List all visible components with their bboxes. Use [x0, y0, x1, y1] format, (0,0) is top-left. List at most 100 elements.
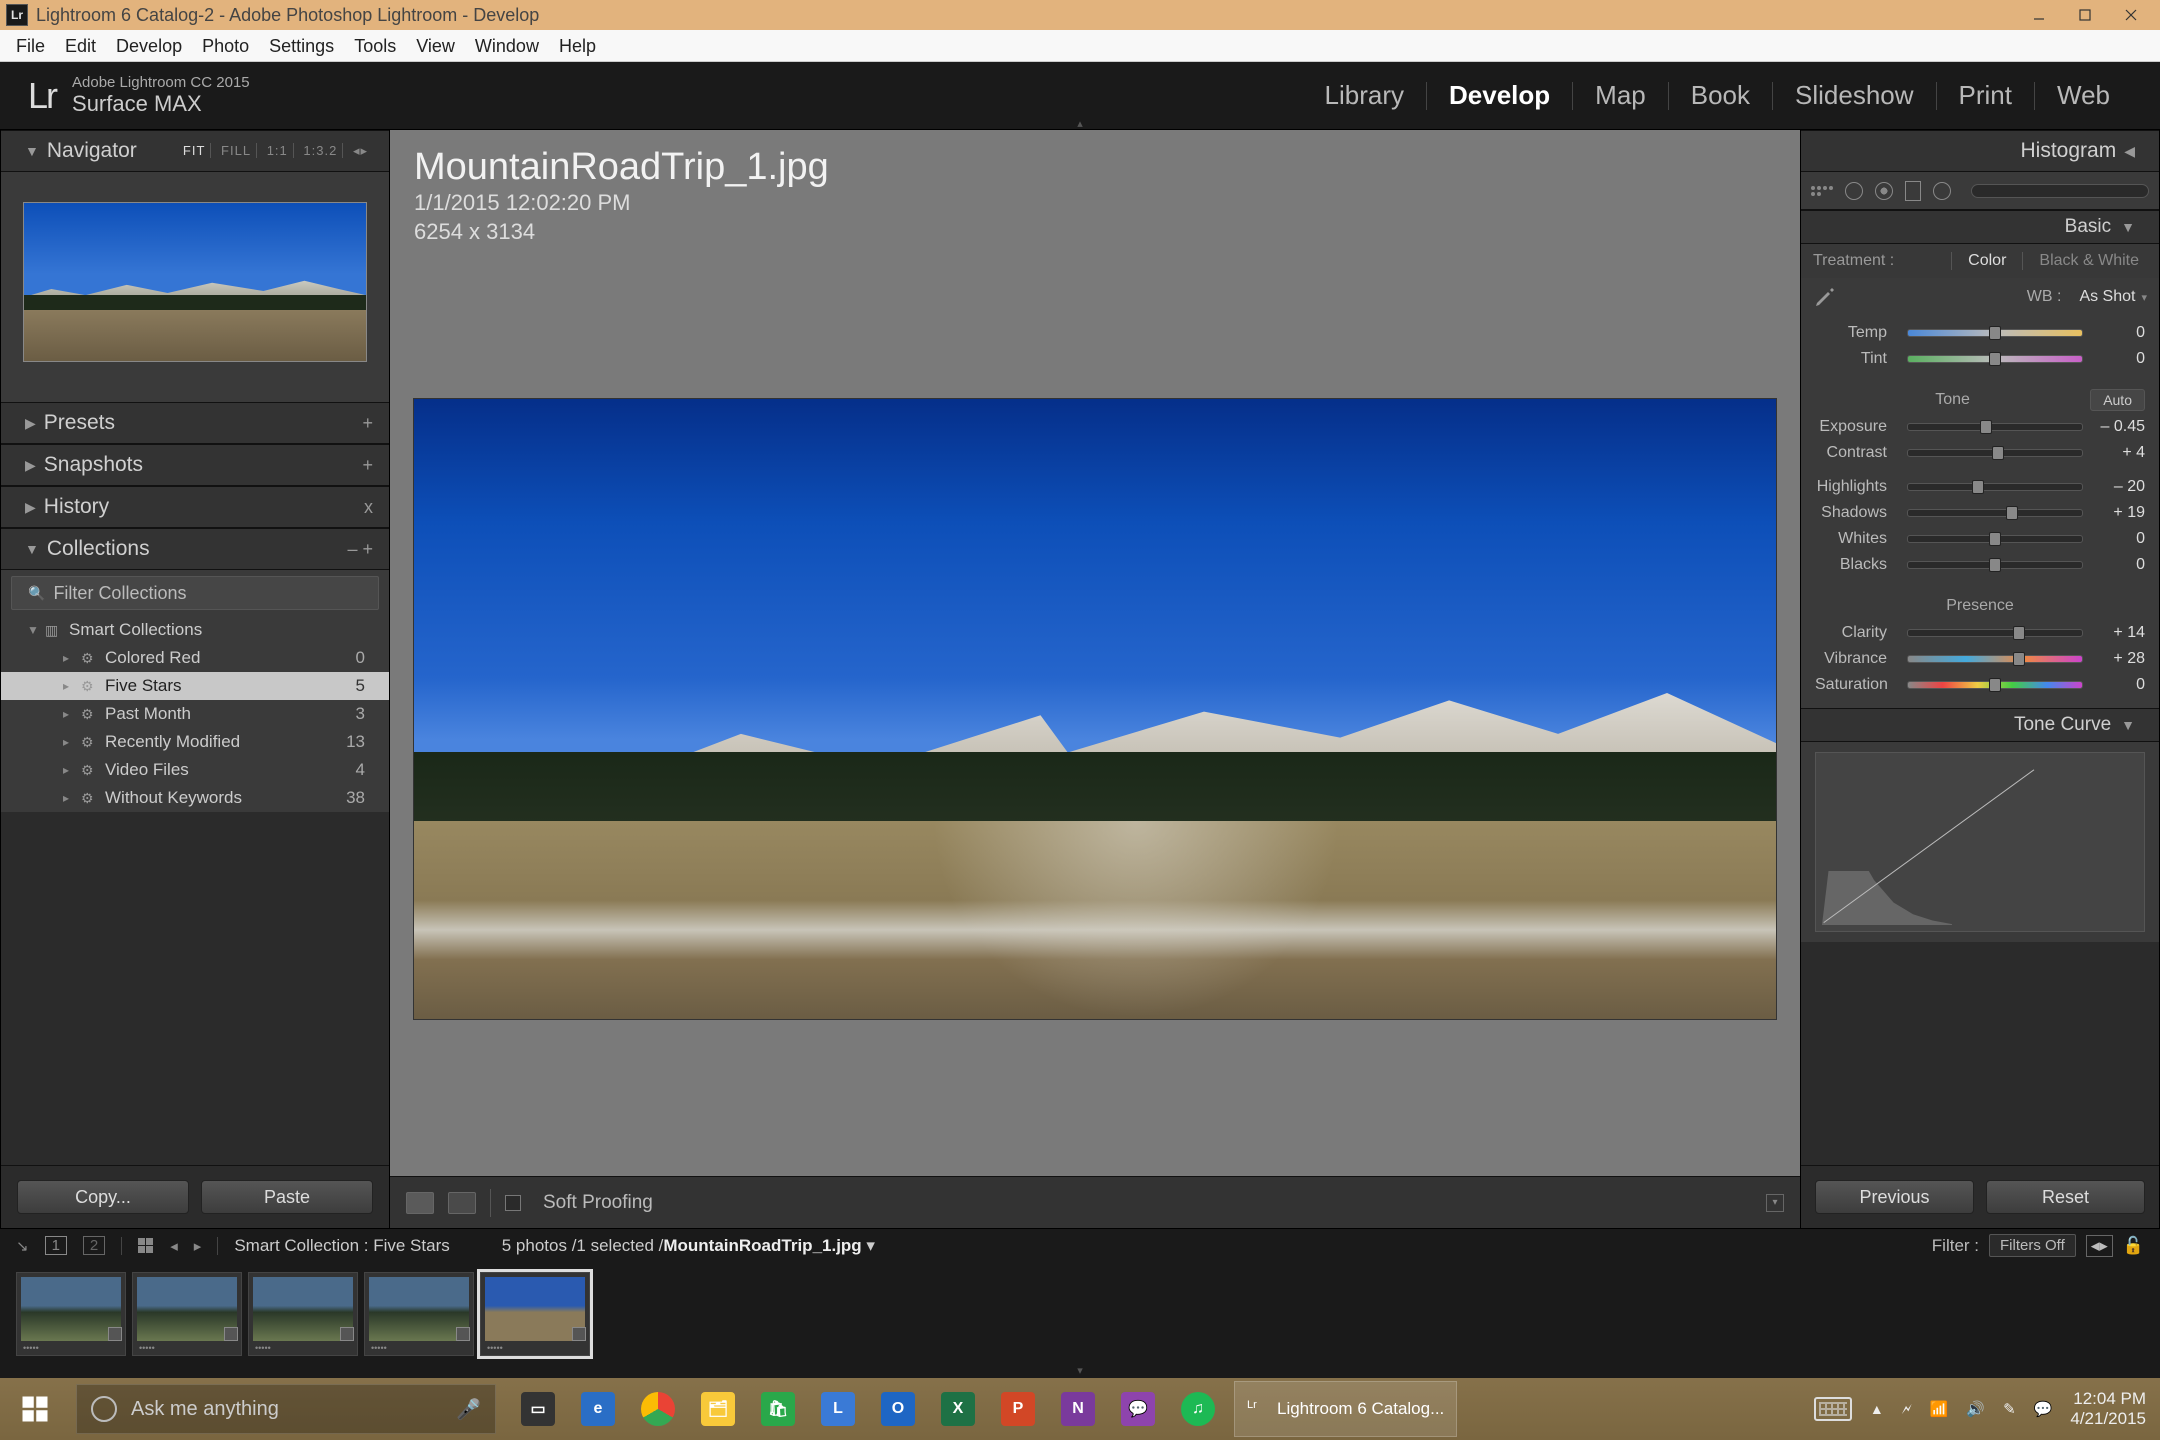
- slider-saturation[interactable]: Saturation 0: [1801, 672, 2159, 698]
- tray-pen-icon[interactable]: ✎: [2003, 1400, 2016, 1418]
- tree-group-smart-collections[interactable]: ▼ ▥ Smart Collections: [1, 616, 389, 644]
- filter-lock-icon[interactable]: 🔓: [2123, 1236, 2144, 1256]
- radial-filter-tool-icon[interactable]: [1933, 182, 1951, 200]
- task-view-icon[interactable]: ▭: [510, 1381, 566, 1437]
- slider-contrast[interactable]: Contrast + 4: [1801, 440, 2159, 466]
- menu-view[interactable]: View: [406, 30, 465, 62]
- tray-volume-icon[interactable]: 🔊: [1966, 1400, 1985, 1418]
- slider-whites[interactable]: Whites 0: [1801, 526, 2159, 552]
- menu-settings[interactable]: Settings: [259, 30, 344, 62]
- spot-removal-tool-icon[interactable]: [1845, 182, 1863, 200]
- filmstrip-thumb[interactable]: •••••: [132, 1272, 242, 1356]
- filmstrip-collapse-handle[interactable]: ▾: [0, 1366, 2160, 1378]
- slider-track[interactable]: [1907, 681, 2083, 689]
- main-window-button[interactable]: 1: [45, 1236, 67, 1255]
- menu-tools[interactable]: Tools: [344, 30, 406, 62]
- slider-exposure[interactable]: Exposure – 0.45: [1801, 414, 2159, 440]
- minimize-button[interactable]: [2016, 0, 2062, 30]
- collection-item[interactable]: ▸ ⚙ Colored Red 0: [1, 644, 389, 672]
- collections-add-button[interactable]: – +: [347, 539, 373, 560]
- slider-vibrance[interactable]: Vibrance + 28: [1801, 646, 2159, 672]
- menu-window[interactable]: Window: [465, 30, 549, 62]
- previous-button[interactable]: Previous: [1815, 1180, 1974, 1214]
- collection-item[interactable]: ▸ ⚙ Video Files 4: [1, 756, 389, 784]
- slider-blacks[interactable]: Blacks 0: [1801, 552, 2159, 578]
- collections-header[interactable]: ▼ Collections – +: [1, 528, 389, 570]
- histogram-header[interactable]: Histogram ◀: [1801, 130, 2159, 172]
- treatment-bw[interactable]: Black & White: [2022, 252, 2155, 270]
- toolbar-options-dropdown[interactable]: ▾: [1766, 1194, 1784, 1212]
- module-print[interactable]: Print: [1937, 80, 2034, 111]
- module-develop[interactable]: Develop: [1427, 80, 1572, 111]
- menu-develop[interactable]: Develop: [106, 30, 192, 62]
- chrome-icon[interactable]: [630, 1381, 686, 1437]
- wb-value[interactable]: As Shot: [2079, 288, 2141, 306]
- prev-photo-icon[interactable]: ◂: [170, 1237, 178, 1255]
- auto-tone-button[interactable]: Auto: [2090, 389, 2145, 411]
- close-button[interactable]: [2108, 0, 2154, 30]
- module-slideshow[interactable]: Slideshow: [1773, 80, 1936, 111]
- redeye-tool-icon[interactable]: [1875, 182, 1893, 200]
- filter-dropdown[interactable]: Filters Off: [1989, 1234, 2076, 1257]
- excel-icon[interactable]: X: [930, 1381, 986, 1437]
- secondary-display-icon[interactable]: ↘: [16, 1237, 29, 1255]
- module-book[interactable]: Book: [1669, 80, 1772, 111]
- snapshots-add-button[interactable]: +: [362, 455, 373, 476]
- collection-item[interactable]: ▸ ⚙ Five Stars 5: [1, 672, 389, 700]
- slider-tint[interactable]: Tint 0: [1801, 346, 2159, 372]
- filmstrip-thumb-selected[interactable]: •••••: [480, 1272, 590, 1356]
- loupe-view-button[interactable]: [406, 1192, 434, 1214]
- slider-track[interactable]: [1907, 535, 2083, 543]
- collection-item[interactable]: ▸ ⚙ Recently Modified 13: [1, 728, 389, 756]
- soft-proofing-checkbox[interactable]: [505, 1195, 521, 1211]
- file-explorer-icon[interactable]: 🗂: [690, 1381, 746, 1437]
- wb-eyedropper-icon[interactable]: [1813, 285, 1837, 309]
- copy-button[interactable]: Copy...: [17, 1180, 189, 1214]
- breadcrumb-collection[interactable]: Smart Collection : Five Stars: [234, 1236, 449, 1256]
- powerpoint-icon[interactable]: P: [990, 1381, 1046, 1437]
- tray-overflow-icon[interactable]: ▲: [1870, 1401, 1884, 1417]
- slider-track[interactable]: [1907, 509, 2083, 517]
- history-header[interactable]: ▶ History x: [1, 486, 389, 528]
- brush-size-slider[interactable]: [1971, 184, 2149, 198]
- messaging-icon[interactable]: 💬: [1110, 1381, 1166, 1437]
- tray-power-icon[interactable]: 🗲: [1902, 1401, 1912, 1418]
- filmstrip[interactable]: ••••• ••••• ••••• ••••• •••••: [0, 1262, 2160, 1366]
- next-photo-icon[interactable]: ▸: [194, 1237, 202, 1255]
- wb-dropdown-icon[interactable]: ▾: [2141, 291, 2147, 304]
- taskbar-clock[interactable]: 12:04 PM 4/21/2015: [2070, 1389, 2146, 1428]
- action-center-icon[interactable]: 💬: [2034, 1400, 2053, 1418]
- presets-add-button[interactable]: +: [362, 413, 373, 434]
- filmstrip-thumb[interactable]: •••••: [248, 1272, 358, 1356]
- slider-shadows[interactable]: Shadows + 19: [1801, 500, 2159, 526]
- slider-temp[interactable]: Temp 0: [1801, 320, 2159, 346]
- tone-curve-panel[interactable]: [1801, 742, 2159, 942]
- collection-item[interactable]: ▸ ⚙ Without Keywords 38: [1, 784, 389, 812]
- module-library[interactable]: Library: [1303, 80, 1426, 111]
- reset-button[interactable]: Reset: [1986, 1180, 2145, 1214]
- main-image-viewport[interactable]: [414, 399, 1776, 1019]
- collection-item[interactable]: ▸ ⚙ Past Month 3: [1, 700, 389, 728]
- spotify-icon[interactable]: ♫: [1170, 1381, 1226, 1437]
- second-window-button[interactable]: 2: [83, 1236, 105, 1255]
- history-clear-button[interactable]: x: [364, 497, 373, 518]
- grid-view-icon[interactable]: [138, 1238, 154, 1254]
- snapshots-header[interactable]: ▶ Snapshots +: [1, 444, 389, 486]
- menu-photo[interactable]: Photo: [192, 30, 259, 62]
- slider-highlights[interactable]: Highlights – 20: [1801, 474, 2159, 500]
- before-after-view-button[interactable]: [448, 1192, 476, 1214]
- ie-icon[interactable]: e: [570, 1381, 626, 1437]
- start-button[interactable]: [0, 1378, 70, 1440]
- tone-curve-header[interactable]: Tone Curve ▼: [1801, 708, 2159, 742]
- slider-clarity[interactable]: Clarity + 14: [1801, 620, 2159, 646]
- outlook-icon[interactable]: O: [870, 1381, 926, 1437]
- presets-header[interactable]: ▶ Presets +: [1, 402, 389, 444]
- slider-track[interactable]: [1907, 561, 2083, 569]
- crop-tool-icon[interactable]: [1811, 182, 1833, 200]
- collections-filter-input[interactable]: 🔍 Filter Collections: [11, 576, 379, 610]
- slider-track[interactable]: [1907, 655, 2083, 663]
- maximize-button[interactable]: [2062, 0, 2108, 30]
- slider-track[interactable]: [1907, 355, 2083, 363]
- treatment-color[interactable]: Color: [1951, 252, 2022, 270]
- slider-track[interactable]: [1907, 423, 2083, 431]
